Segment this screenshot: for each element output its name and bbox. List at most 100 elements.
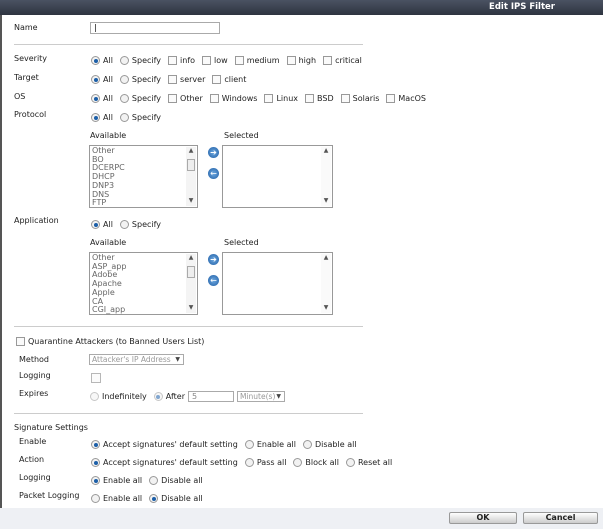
sig-enable-default-radio[interactable] xyxy=(91,440,100,449)
expires-value-input[interactable]: 5 xyxy=(188,391,234,402)
method-select[interactable]: Attacker's IP Address ▼ xyxy=(89,354,184,365)
application-selected-list[interactable]: ▲ ▼ xyxy=(222,252,333,315)
scrollbar[interactable]: ▲ ▼ xyxy=(186,254,196,313)
name-input[interactable]: | xyxy=(90,22,220,34)
cancel-button[interactable]: Cancel xyxy=(523,512,598,524)
os-macos-checkbox[interactable] xyxy=(386,94,396,103)
logging-enable-radio[interactable] xyxy=(91,476,100,485)
application-specify-radio[interactable] xyxy=(119,220,129,229)
target-label: Target xyxy=(14,73,39,82)
list-item[interactable]: Apple xyxy=(92,288,195,298)
expires-unit-select[interactable]: Minute(s) ▼ xyxy=(237,391,285,402)
divider xyxy=(14,413,363,414)
name-label: Name xyxy=(14,23,38,32)
action-pass-radio[interactable] xyxy=(244,458,254,467)
severity-all-radio[interactable] xyxy=(91,56,100,65)
add-arrow-icon[interactable]: ➔ xyxy=(208,147,219,158)
checkbox-label: info xyxy=(180,56,196,65)
action-default-radio[interactable] xyxy=(91,458,100,467)
list-item[interactable]: DNS xyxy=(92,190,195,200)
application-selected-label: Selected xyxy=(224,238,259,247)
quarantine-checkbox[interactable] xyxy=(16,337,25,346)
severity-specify-radio[interactable] xyxy=(119,56,129,65)
radio-label: Pass all xyxy=(256,458,287,467)
q-logging-label: Logging xyxy=(19,371,51,380)
dialog-title: Edit IPS Filter xyxy=(489,2,555,12)
expires-options: Indefinitely After 5 Minute(s) ▼ xyxy=(90,391,285,402)
remove-arrow-icon[interactable]: ← xyxy=(208,275,219,286)
target-options: All Specify server client xyxy=(91,75,250,84)
radio-label: Specify xyxy=(131,56,162,65)
severity-low-checkbox[interactable] xyxy=(202,56,212,65)
protocol-all-radio[interactable] xyxy=(91,113,100,122)
target-all-radio[interactable] xyxy=(91,75,100,84)
severity-info-checkbox[interactable] xyxy=(168,56,178,65)
ok-button[interactable]: OK xyxy=(449,512,517,524)
divider xyxy=(14,326,363,327)
checkbox-label: MacOS xyxy=(398,94,426,103)
sig-action-label: Action xyxy=(19,455,45,464)
q-logging-checkbox[interactable] xyxy=(91,373,101,383)
action-reset-radio[interactable] xyxy=(345,458,355,467)
sig-enable-all-radio[interactable] xyxy=(244,440,254,449)
application-available-list[interactable]: Other ASP_app Adobe Apache Apple CA CGI_… xyxy=(89,252,198,315)
os-other-checkbox[interactable] xyxy=(168,94,178,103)
action-block-radio[interactable] xyxy=(293,458,303,467)
checkbox-label: client xyxy=(224,75,247,84)
radio-label: All xyxy=(103,75,113,84)
scrollbar[interactable]: ▲ ▼ xyxy=(321,254,331,313)
left-border xyxy=(0,15,2,508)
os-all-radio[interactable] xyxy=(91,94,100,103)
radio-label: Enable all xyxy=(103,494,143,503)
list-item[interactable]: Other xyxy=(92,146,195,156)
indefinitely-radio[interactable] xyxy=(90,392,99,401)
os-windows-checkbox[interactable] xyxy=(209,94,219,103)
application-options: All Specify xyxy=(91,220,165,229)
scrollbar[interactable]: ▲ ▼ xyxy=(321,147,331,206)
packet-logging-options: Enable all Disable all xyxy=(91,494,207,503)
sig-enable-label: Enable xyxy=(19,437,47,446)
packet-logging-disable-radio[interactable] xyxy=(149,494,159,503)
checkbox-label: Solaris xyxy=(352,94,380,103)
radio-label: Accept signatures' default setting xyxy=(103,458,238,467)
remove-arrow-icon[interactable]: ← xyxy=(208,168,219,179)
sig-enable-options: Accept signatures' default setting Enabl… xyxy=(91,440,361,449)
protocol-available-list[interactable]: Other BO DCERPC DHCP DNP3 DNS FTP ▲ ▼ xyxy=(89,145,198,208)
packet-logging-enable-radio[interactable] xyxy=(91,494,100,503)
severity-critical-checkbox[interactable] xyxy=(323,56,333,65)
target-specify-radio[interactable] xyxy=(119,75,129,84)
target-client-checkbox[interactable] xyxy=(212,75,222,84)
severity-high-checkbox[interactable] xyxy=(286,56,296,65)
radio-label: Disable all xyxy=(161,494,203,503)
sig-disable-all-radio[interactable] xyxy=(302,440,312,449)
list-item[interactable]: FTP xyxy=(92,199,195,208)
protocol-available-label: Available xyxy=(90,131,127,140)
packet-logging-label: Packet Logging xyxy=(19,491,80,500)
severity-options: All Specify info low medium high critica… xyxy=(91,56,366,65)
signature-heading: Signature Settings xyxy=(14,423,88,432)
os-specify-radio[interactable] xyxy=(119,94,129,103)
radio-label: Enable all xyxy=(103,476,143,485)
radio-label: All xyxy=(103,113,113,122)
os-solaris-checkbox[interactable] xyxy=(340,94,350,103)
after-radio[interactable] xyxy=(153,392,163,401)
application-available-label: Available xyxy=(90,238,127,247)
severity-medium-checkbox[interactable] xyxy=(234,56,244,65)
radio-label: Specify xyxy=(131,94,162,103)
protocol-options: All Specify xyxy=(91,113,165,122)
list-item[interactable]: CGI_app xyxy=(92,306,195,315)
protocol-selected-list[interactable]: ▲ ▼ xyxy=(222,145,333,208)
protocol-specify-radio[interactable] xyxy=(119,113,129,122)
os-bsd-checkbox[interactable] xyxy=(305,94,315,103)
method-value: Attacker's IP Address xyxy=(92,355,171,364)
application-all-radio[interactable] xyxy=(91,220,100,229)
radio-label: Specify xyxy=(131,220,162,229)
add-arrow-icon[interactable]: ➔ xyxy=(208,254,219,265)
os-linux-checkbox[interactable] xyxy=(264,94,274,103)
os-options: All Specify Other Windows Linux BSD Sola… xyxy=(91,94,430,103)
target-server-checkbox[interactable] xyxy=(168,75,178,84)
logging-disable-radio[interactable] xyxy=(149,476,159,485)
scrollbar[interactable]: ▲ ▼ xyxy=(186,147,196,206)
checkbox-label: Other xyxy=(180,94,203,103)
unit-value: Minute(s) xyxy=(240,392,276,401)
